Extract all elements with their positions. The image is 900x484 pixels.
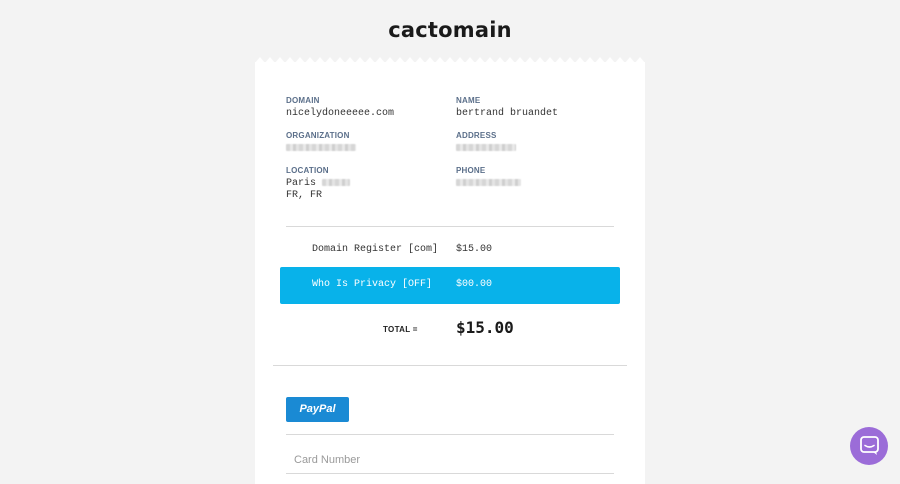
domain-label: DOMAIN	[286, 96, 320, 105]
total-value: $15.00	[456, 318, 514, 337]
order-line-whois-privacy[interactable]: Who Is Privacy [OFF] $00.00	[280, 267, 620, 304]
location-redacted	[322, 178, 351, 186]
brand-logo: cactomain	[388, 18, 512, 42]
organization-redacted	[286, 143, 356, 151]
line-price: $00.00	[456, 279, 493, 290]
info-divider	[286, 226, 614, 227]
chat-bubble-icon	[860, 436, 879, 455]
address-field: ADDRESS	[456, 131, 616, 155]
line-description: Domain Register [com]	[312, 244, 439, 255]
receipt-torn-edge	[255, 57, 645, 63]
receipt-card: DOMAIN nicelydoneeeee.com NAME bertrand …	[255, 57, 645, 484]
address-label: ADDRESS	[456, 131, 497, 140]
line-description: Who Is Privacy [OFF]	[312, 279, 433, 290]
domain-value: nicelydoneeeee.com	[286, 108, 395, 119]
location-city: Paris	[286, 178, 317, 189]
address-redacted	[456, 143, 516, 151]
phone-field: PHONE	[456, 166, 616, 190]
organization-label: ORGANIZATION	[286, 131, 350, 140]
line-price: $15.00	[456, 244, 493, 255]
domain-field: DOMAIN nicelydoneeeee.com	[286, 96, 446, 120]
name-label: NAME	[456, 96, 481, 105]
total-label: TOTAL =	[383, 325, 418, 334]
card-number-input[interactable]	[286, 447, 614, 474]
phone-redacted	[456, 178, 521, 186]
name-field: NAME bertrand bruandet	[456, 96, 616, 120]
location-field: LOCATION Paris FR, FR	[286, 166, 446, 202]
payment-divider	[286, 434, 614, 435]
location-country: FR, FR	[286, 190, 323, 201]
phone-label: PHONE	[456, 166, 486, 175]
location-label: LOCATION	[286, 166, 329, 175]
organization-field: ORGANIZATION	[286, 131, 446, 155]
chat-launcher-button[interactable]	[850, 427, 888, 465]
name-value: bertrand bruandet	[456, 108, 559, 119]
order-line-domain: Domain Register [com] $15.00	[280, 232, 620, 268]
total-divider	[273, 365, 627, 366]
paypal-button[interactable]: PayPal	[286, 397, 349, 422]
